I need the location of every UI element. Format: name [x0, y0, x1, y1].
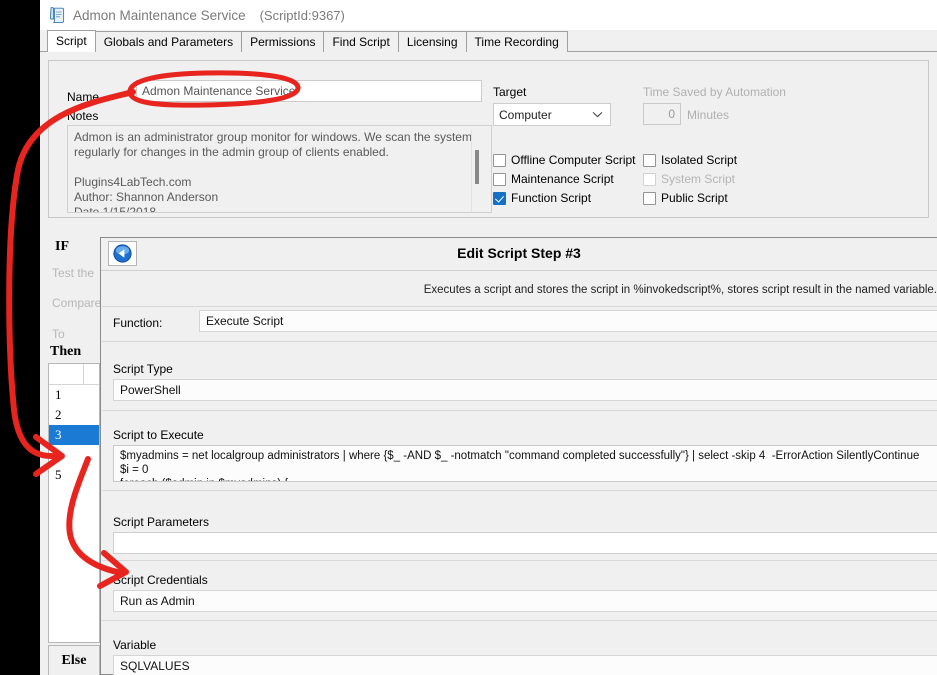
checkbox-public-script[interactable]: Public Script	[643, 191, 728, 205]
checkbox-offline-computer-script[interactable]: Offline Computer Script	[493, 153, 636, 167]
separator-5	[102, 560, 937, 561]
step-row-5[interactable]: 5	[49, 465, 99, 485]
notes-scrollbar-thumb[interactable]	[475, 150, 479, 184]
window-script-id: (ScriptId:9367)	[260, 8, 345, 23]
target-select[interactable]: Computer	[493, 103, 611, 126]
to-label: To	[52, 327, 65, 341]
variable-label: Variable	[113, 638, 156, 652]
step-list[interactable]: 1 2 3 4 5	[48, 363, 100, 643]
time-saved-label: Time Saved by Automation	[643, 85, 786, 99]
tab-script[interactable]: Script	[47, 30, 96, 52]
panel-header-bar: Edit Script Step #3	[101, 238, 937, 271]
checkbox-box[interactable]	[493, 154, 506, 167]
target-label: Target	[493, 85, 526, 99]
notes-label: Notes	[67, 109, 98, 123]
checkbox-label: Offline Computer Script	[511, 153, 636, 167]
step-row-3[interactable]: 3	[49, 425, 99, 445]
separator-2	[102, 341, 937, 342]
script-properties-panel: Name Admon Maintenance Service Notes Adm…	[48, 60, 929, 218]
minutes-label: Minutes	[687, 108, 729, 122]
window-title: Admon Maintenance Service	[73, 8, 246, 23]
step-row-4[interactable]: 4	[49, 445, 99, 465]
tab-time-recording[interactable]: Time Recording	[466, 31, 568, 52]
tab-permissions[interactable]: Permissions	[241, 31, 324, 52]
tab-bar: Script Globals and Parameters Permission…	[40, 30, 937, 52]
checkbox-isolated-script[interactable]: Isolated Script	[643, 153, 737, 167]
checkbox-label: Isolated Script	[661, 153, 737, 167]
checkbox-box[interactable]	[493, 173, 506, 186]
else-label: Else	[62, 653, 87, 669]
step-number: 1	[55, 387, 62, 403]
script-parameters-label: Script Parameters	[113, 515, 209, 529]
edit-script-step-panel: Edit Script Step #3 Executes a script an…	[100, 237, 937, 675]
window-titlebar: Admon Maintenance Service (ScriptId:9367…	[40, 0, 937, 30]
step-number: 4	[55, 447, 62, 463]
script-scroll-icon	[48, 6, 66, 24]
script-credentials-label: Script Credentials	[113, 573, 208, 587]
step-number: 3	[55, 427, 62, 443]
checkbox-system-script: System Script	[643, 172, 735, 186]
separator-6	[102, 620, 937, 621]
script-parameters-input[interactable]	[113, 532, 937, 554]
notes-textarea[interactable]: Admon is an administrator group monitor …	[67, 125, 492, 213]
script-credentials-select[interactable]: Run as Admin	[113, 590, 937, 612]
step-number: 2	[55, 407, 62, 423]
separator-4	[102, 490, 937, 491]
checkbox-box[interactable]	[643, 154, 656, 167]
separator-1	[102, 306, 937, 307]
script-to-execute-label: Script to Execute	[113, 428, 204, 442]
step-row-2[interactable]: 2	[49, 405, 99, 425]
separator-3	[102, 410, 937, 411]
script-type-label: Script Type	[113, 362, 173, 376]
function-label: Function:	[113, 316, 162, 330]
panel-description: Executes a script and stores the script …	[101, 284, 937, 296]
variable-input[interactable]: SQLVALUES	[113, 655, 937, 675]
script-type-select[interactable]: PowerShell	[113, 379, 937, 401]
screenshot-root: Admon Maintenance Service (ScriptId:9367…	[0, 0, 937, 675]
tab-find-script[interactable]: Find Script	[323, 31, 398, 52]
step-list-header-divider	[83, 364, 84, 384]
checkbox-label: Public Script	[661, 191, 728, 205]
chevron-down-icon	[592, 111, 603, 118]
target-select-value: Computer	[499, 108, 552, 122]
time-saved-input[interactable]: 0	[643, 103, 681, 125]
name-label: Name	[67, 90, 99, 104]
step-number: 5	[55, 467, 62, 483]
else-section: Else	[48, 645, 100, 675]
script-to-execute-textarea[interactable]: $myadmins = net localgroup administrator…	[113, 445, 937, 482]
tab-licensing[interactable]: Licensing	[398, 31, 467, 52]
script-name-input[interactable]: Admon Maintenance Service	[136, 80, 482, 102]
then-label: Then	[50, 344, 81, 360]
checkbox-label: Maintenance Script	[511, 172, 614, 186]
checkbox-label: Function Script	[511, 191, 591, 205]
checkbox-maintenance-script[interactable]: Maintenance Script	[493, 172, 614, 186]
left-black-gutter	[0, 0, 40, 675]
checkbox-label: System Script	[661, 172, 735, 186]
notes-text: Admon is an administrator group monitor …	[74, 130, 472, 213]
compare-label: Compare	[52, 296, 101, 310]
function-select[interactable]: Execute Script	[199, 310, 937, 332]
checkbox-box[interactable]	[643, 192, 656, 205]
checkbox-function-script[interactable]: Function Script	[493, 191, 591, 205]
panel-title: Edit Script Step #3	[101, 245, 937, 261]
notes-scrollbar[interactable]	[471, 130, 482, 212]
tab-globals-and-parameters[interactable]: Globals and Parameters	[95, 31, 242, 52]
test-the-label: Test the	[52, 266, 94, 280]
step-row-1[interactable]: 1	[49, 385, 99, 405]
checkbox-box	[643, 173, 656, 186]
checkbox-box[interactable]	[493, 192, 506, 205]
if-label: IF	[55, 239, 69, 255]
step-list-header	[49, 364, 99, 385]
